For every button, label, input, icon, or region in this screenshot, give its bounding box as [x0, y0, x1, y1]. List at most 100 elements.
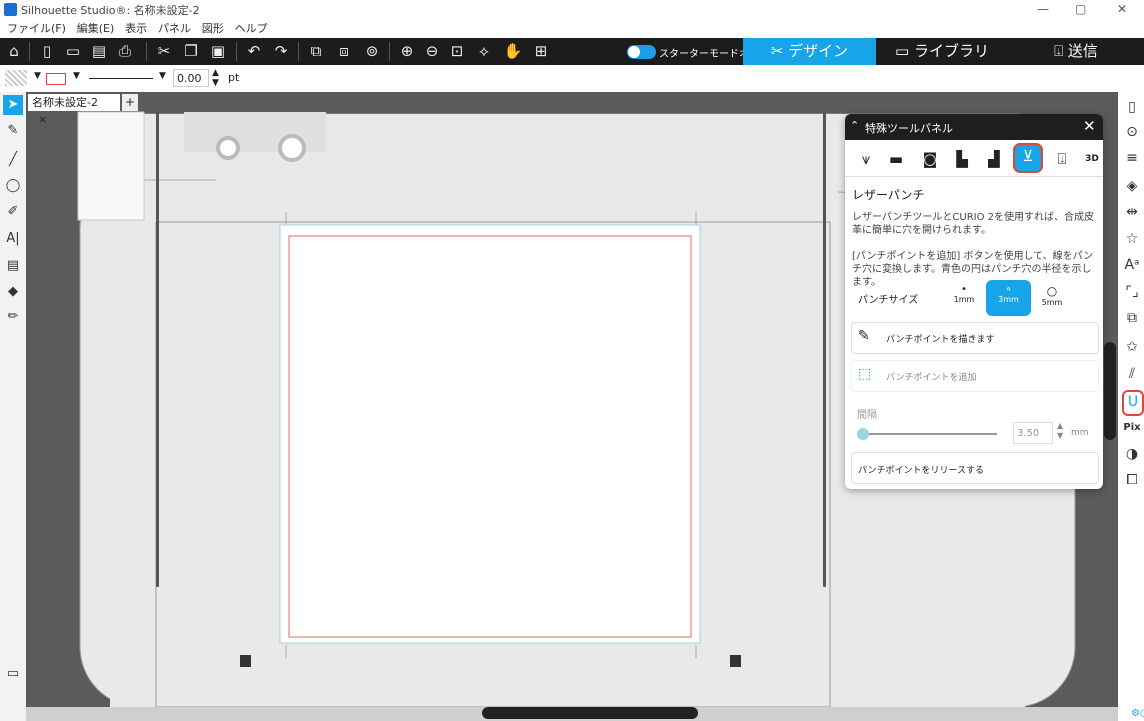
fill-dropdown-icon[interactable]: ▼ — [34, 71, 41, 81]
print-icon[interactable]: ⎙ — [114, 42, 136, 61]
scale-icon[interactable]: ⌜⌟ — [1122, 282, 1142, 302]
line-width-stepper[interactable]: ▲ ▼ — [212, 68, 219, 88]
open-folder-icon[interactable]: ▭ — [62, 42, 84, 61]
tool-deboss-icon[interactable]: ▙ — [951, 148, 973, 170]
collapse-icon[interactable]: ⌃ — [850, 119, 859, 132]
draw-points-icon: ✎ — [858, 328, 870, 344]
size-5mm-glyph: ○ — [1046, 284, 1058, 298]
tab-design[interactable]: ✂ デザイン — [743, 38, 876, 65]
horizontal-scrollbar[interactable] — [26, 707, 1118, 721]
tool-leather-punch-icon[interactable]: ⊻ — [1013, 143, 1043, 173]
design-icon: ✂ — [770, 42, 784, 60]
restore-button[interactable]: ▢ — [1075, 2, 1086, 16]
knife-icon[interactable]: ✏ — [3, 307, 23, 327]
line-style-dropdown-icon[interactable]: ▼ — [159, 71, 166, 81]
eraser-icon[interactable]: ◆ — [3, 282, 23, 302]
copy-icon[interactable]: ❐ — [180, 42, 202, 61]
tab-library-label: ライブラリ — [913, 42, 989, 60]
line-width-field[interactable]: 0.00 — [173, 69, 209, 87]
new-file-icon[interactable]: ▯ — [36, 42, 58, 61]
hand-icon[interactable]: ✋ — [502, 42, 524, 61]
transform-icon[interactable]: ⇹ — [1122, 202, 1142, 222]
minimize-button[interactable]: — — [1037, 2, 1049, 16]
select-tool-icon[interactable]: ➤ — [3, 95, 23, 115]
point-edit-icon[interactable]: ✎ — [3, 121, 23, 141]
size-1mm-option[interactable]: • 1mm — [948, 284, 980, 316]
text-tool-icon[interactable]: A| — [3, 229, 23, 249]
draw-punch-points-button[interactable]: ✎ パンチポイントを描きます — [851, 322, 1099, 354]
vertical-scrollbar-thumb[interactable] — [1104, 342, 1116, 440]
starter-mode-toggle[interactable] — [627, 45, 656, 59]
line-color-dropdown-icon[interactable]: ▼ — [73, 71, 80, 81]
size-5mm-option[interactable]: ○ 5mm — [1036, 284, 1068, 316]
redo-icon[interactable]: ↷ — [270, 42, 292, 61]
zoom-in-icon[interactable]: ⊕ — [396, 42, 418, 61]
menu-view[interactable]: 表示 — [125, 20, 147, 38]
horizontal-scrollbar-thumb[interactable] — [482, 707, 698, 719]
menu-shape[interactable]: 図形 — [202, 20, 224, 38]
replicate-icon[interactable]: ☆ — [1122, 229, 1142, 249]
size-3mm-option[interactable]: ∘ 3mm — [986, 280, 1031, 316]
menu-help[interactable]: ヘルプ — [235, 20, 268, 38]
zoom-out-icon[interactable]: ⊖ — [421, 42, 443, 61]
close-window-button[interactable]: ✕ — [1117, 2, 1127, 16]
spacing-slider-handle[interactable] — [857, 428, 869, 440]
pixscan-icon[interactable]: Pix — [1122, 418, 1142, 438]
window-title: Silhouette Studio®: 名称未設定-2 — [21, 4, 200, 17]
modify-icon[interactable]: ⧉ — [1122, 308, 1142, 328]
line-style-preview[interactable] — [89, 78, 153, 79]
draw-tool-icon[interactable]: ✐ — [3, 202, 23, 222]
pattern-icon[interactable]: ◈ — [1122, 176, 1142, 196]
undo-icon[interactable]: ↶ — [243, 42, 265, 61]
special-tools-icon[interactable]: U — [1122, 390, 1144, 416]
spacing-field[interactable]: 3.50 — [1013, 422, 1053, 444]
fit-page-icon[interactable]: ⊞ — [530, 42, 552, 61]
spacing-label: 間隔 — [857, 410, 877, 421]
spacing-slider-track[interactable] — [859, 433, 997, 435]
save-icon[interactable]: ▤ — [88, 42, 110, 61]
tool-3d-icon[interactable]: 3D — [1081, 148, 1103, 170]
cut-icon[interactable]: ✂ — [153, 42, 175, 61]
line-color-swatch[interactable] — [46, 73, 66, 85]
document-tab[interactable]: 名称未設定-2 × — [28, 94, 120, 126]
size-1mm-label: 1mm — [953, 295, 975, 304]
tool-etch-icon[interactable]: ▟ — [983, 148, 1005, 170]
text-box-icon[interactable]: ▤ — [3, 256, 23, 276]
trace-icon[interactable]: ◑ — [1122, 444, 1142, 464]
ungroup-icon[interactable]: ⧈ — [333, 42, 355, 61]
panel-close-icon[interactable]: ✕ — [1083, 117, 1096, 135]
tab-library[interactable]: ▭ ライブラリ — [876, 38, 1008, 65]
pan-drag-icon[interactable]: ⟡ — [473, 42, 495, 61]
release-punch-points-button[interactable]: パンチポイントをリリースする — [851, 452, 1099, 484]
offset-icon[interactable]: ✩ — [1122, 337, 1142, 357]
tab-send[interactable]: ⍗ 送信 — [1008, 38, 1144, 65]
tool-print-icon[interactable]: ⍗ — [1051, 148, 1073, 170]
text-style-icon[interactable]: Aᵃ — [1122, 255, 1142, 275]
tool-stipple-icon[interactable]: ◙ — [919, 148, 941, 170]
add-tab-button[interactable]: + — [122, 94, 138, 111]
fill-pattern-swatch[interactable] — [5, 70, 27, 86]
line-style-icon[interactable]: ≡ — [1122, 148, 1142, 168]
folder-icon[interactable]: ▭ — [3, 664, 23, 684]
page-setup-icon[interactable]: ▯ — [1122, 97, 1142, 117]
group-icon[interactable]: ⧉ — [305, 42, 327, 61]
fill-panel-icon[interactable]: ⊙ — [1122, 122, 1142, 142]
panel-heading: レザーパンチ — [852, 188, 925, 202]
zoom-fit-icon[interactable]: ⊡ — [446, 42, 468, 61]
tool-emboss-icon[interactable]: ▬ — [885, 148, 907, 170]
sketch-icon[interactable]: ⫽ — [1122, 364, 1142, 384]
print-cut-icon[interactable]: ⧠ — [1122, 470, 1142, 490]
menu-file[interactable]: ファイル(F) — [7, 20, 66, 38]
settings-icon[interactable]: ⚙◑ — [1131, 708, 1144, 719]
menu-panel[interactable]: パネル — [158, 20, 191, 38]
compound-icon[interactable]: ⊚ — [361, 42, 383, 61]
paste-icon[interactable]: ▣ — [207, 42, 229, 61]
menu-edit[interactable]: 編集(E) — [77, 20, 115, 38]
spacing-stepper[interactable]: ▲ ▼ — [1057, 421, 1063, 441]
add-punch-points-button[interactable]: ⬚ パンチポイントを追加 — [851, 360, 1099, 392]
line-tool-icon[interactable]: ╱ — [3, 150, 23, 170]
document-tab-close[interactable]: × — [38, 113, 47, 126]
tool-pen-holder-icon[interactable]: ⩛ — [855, 148, 877, 170]
ellipse-tool-icon[interactable]: ◯ — [3, 176, 23, 196]
home-icon[interactable]: ⌂ — [3, 42, 25, 61]
